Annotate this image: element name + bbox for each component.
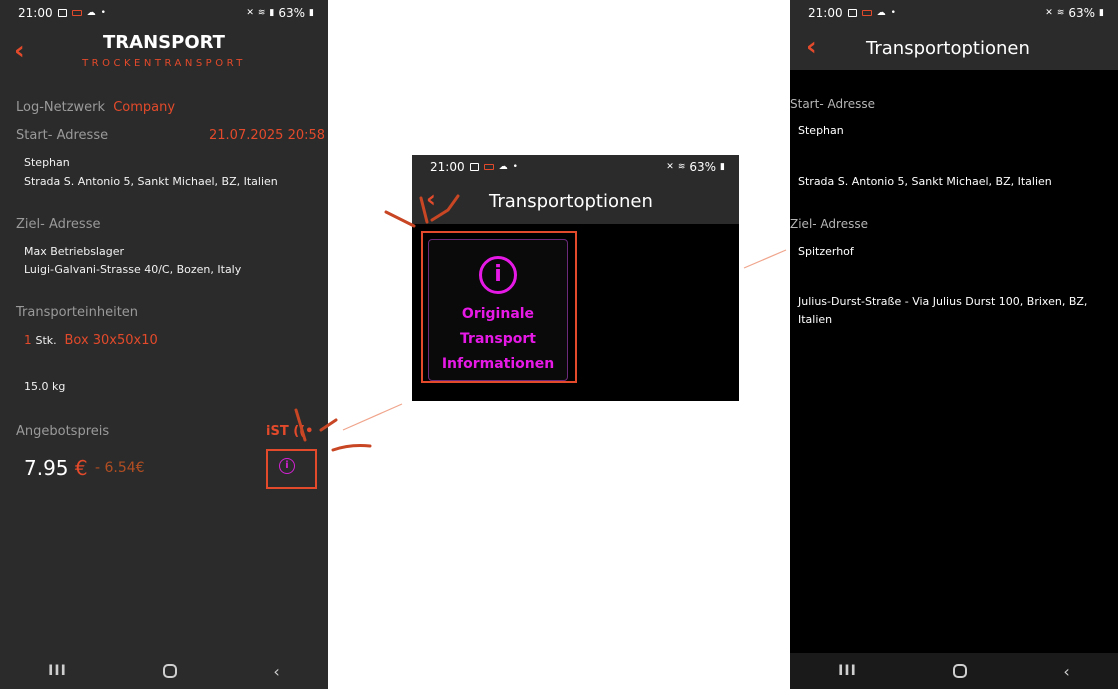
start-name: Stephan bbox=[24, 156, 70, 169]
dot-icon: • bbox=[100, 8, 106, 18]
target-name: Max Betriebslager bbox=[24, 245, 124, 258]
weight-value: 15.0 kg bbox=[24, 380, 66, 393]
battery-percent: 63% bbox=[1068, 6, 1096, 20]
unit-row[interactable]: 1 Stk. Box 30x50x10 bbox=[24, 333, 158, 348]
status-time: 21:00 bbox=[808, 6, 843, 20]
ist-button[interactable]: iST ((• bbox=[266, 424, 313, 439]
tap-mark-stroke bbox=[384, 210, 416, 228]
battery-icon: ▮ bbox=[720, 162, 725, 172]
start-name: Stephan bbox=[798, 124, 844, 137]
target-address-label: Ziel- Adresse bbox=[790, 217, 868, 231]
mute-icon: ✕ bbox=[246, 8, 254, 18]
battery-percent: 63% bbox=[689, 160, 717, 174]
signal-icon: ▮ bbox=[269, 8, 275, 18]
page-title: Transportoptionen bbox=[866, 38, 1030, 59]
radio-wave-icon: ((• bbox=[293, 424, 314, 439]
back-nav-icon[interactable]: ‹ bbox=[1063, 662, 1069, 681]
start-address-label: Start- Adresse bbox=[790, 97, 876, 111]
price-amount: 7.95 bbox=[24, 456, 69, 480]
start-address: Strada S. Antonio 5, Sankt Michael, BZ, … bbox=[24, 175, 278, 188]
battery-saver-icon bbox=[483, 164, 494, 170]
cloud-icon: ☁ bbox=[876, 8, 886, 18]
unit-count: 1 bbox=[24, 333, 32, 347]
start-address-label: Start- Adresse bbox=[16, 128, 109, 143]
wifi-icon: ≋ bbox=[257, 8, 266, 18]
gallery-icon bbox=[469, 163, 479, 171]
target-name: Spitzerhof bbox=[798, 245, 854, 258]
home-icon[interactable] bbox=[163, 664, 178, 678]
back-nav-icon[interactable]: ‹ bbox=[273, 662, 279, 681]
connector-line-right bbox=[743, 249, 787, 269]
target-address: Julius-Durst-Straße - Via Julius Durst 1… bbox=[798, 295, 1088, 326]
back-button[interactable]: ‹ bbox=[426, 185, 436, 213]
system-navbar: III ‹ bbox=[0, 653, 328, 689]
back-button[interactable]: ‹ bbox=[806, 32, 817, 62]
target-address: Luigi-Galvani-Strasse 40/C, Bozen, Italy bbox=[24, 263, 242, 276]
status-bar: 21:00 ☁ • ✕ ≋ ▮ 63% ▮ bbox=[0, 0, 328, 26]
cloud-icon: ☁ bbox=[86, 8, 96, 18]
mute-icon: ✕ bbox=[1045, 8, 1053, 18]
battery-percent: 63% bbox=[278, 6, 306, 20]
dot-icon: • bbox=[512, 162, 518, 172]
wifi-icon: ≋ bbox=[1056, 8, 1065, 18]
battery-saver-icon bbox=[861, 10, 872, 16]
battery-saver-icon bbox=[71, 10, 82, 16]
transport-options-screen: 21:00 ☁ • ✕ ≋ 63% ▮ ‹ Transportoptionen … bbox=[790, 0, 1118, 689]
units-label: Transporteinheiten bbox=[16, 305, 139, 320]
recent-apps-icon[interactable]: III bbox=[838, 663, 857, 679]
page-title: Transportoptionen bbox=[489, 191, 653, 212]
ist-label: iST bbox=[266, 424, 289, 439]
page-subtitle: TROCKENTRANSPORT bbox=[82, 58, 246, 69]
gallery-icon bbox=[847, 9, 857, 17]
status-time: 21:00 bbox=[18, 6, 53, 20]
cloud-icon: ☁ bbox=[498, 162, 508, 172]
top-app-bar: ‹ Transportoptionen bbox=[790, 26, 1118, 70]
price-value: 7.95 € bbox=[24, 456, 88, 480]
price-label: Angebotspreis bbox=[16, 424, 110, 439]
highlight-box-info-card bbox=[421, 231, 577, 383]
network-label: Log-Netzwerk bbox=[16, 100, 106, 115]
start-datetime: 21.07.2025 20:58 bbox=[209, 128, 326, 143]
unit-name: Box 30x50x10 bbox=[64, 333, 158, 348]
system-navbar: III ‹ bbox=[790, 653, 1118, 689]
status-bar: 21:00 ☁ • ✕ ≋ 63% ▮ bbox=[412, 155, 739, 179]
top-app-bar: ‹ Transportoptionen bbox=[412, 179, 739, 224]
transport-detail-screen: 21:00 ☁ • ✕ ≋ ▮ 63% ▮ ‹ TRANSPORT TROCKE… bbox=[0, 0, 328, 689]
highlight-box-info-button bbox=[266, 449, 317, 489]
discount-value: - 6.54€ bbox=[95, 460, 145, 476]
battery-icon: ▮ bbox=[1099, 8, 1104, 18]
dot-icon: • bbox=[890, 8, 896, 18]
tap-mark-stroke bbox=[331, 444, 372, 452]
gallery-icon bbox=[57, 9, 67, 17]
status-bar: 21:00 ☁ • ✕ ≋ 63% ▮ bbox=[790, 0, 1118, 26]
mute-icon: ✕ bbox=[666, 162, 674, 172]
network-value: Company bbox=[113, 100, 176, 115]
home-icon[interactable] bbox=[953, 664, 968, 678]
start-address: Strada S. Antonio 5, Sankt Michael, BZ, … bbox=[798, 175, 1052, 188]
status-time: 21:00 bbox=[430, 160, 465, 174]
page-title: TRANSPORT bbox=[103, 32, 225, 53]
connector-line-left bbox=[342, 403, 403, 431]
recent-apps-icon[interactable]: III bbox=[48, 663, 67, 679]
price-currency: € bbox=[74, 456, 88, 480]
target-address-label: Ziel- Adresse bbox=[16, 217, 101, 232]
unit-suffix: Stk. bbox=[35, 334, 57, 347]
network-row: Log-Netzwerk Company bbox=[16, 100, 175, 115]
battery-icon: ▮ bbox=[309, 8, 314, 18]
wifi-icon: ≋ bbox=[677, 162, 686, 172]
